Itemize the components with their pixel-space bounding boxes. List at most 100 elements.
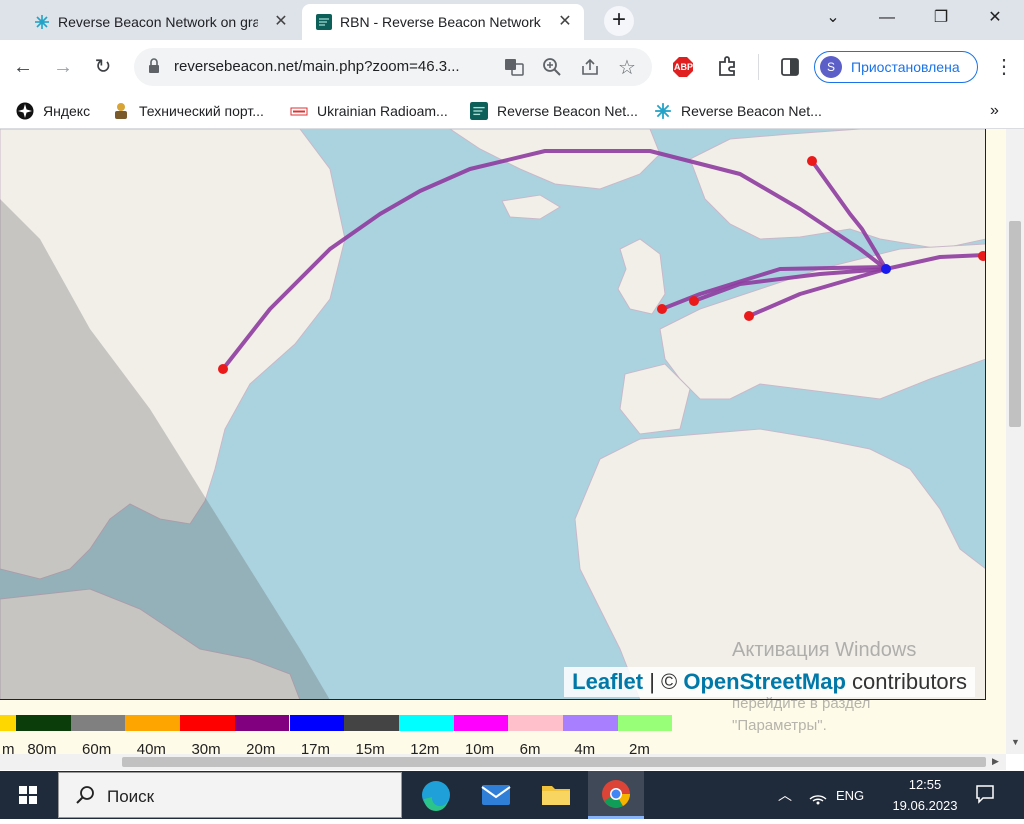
bookmark-yandex[interactable]: Яндекс xyxy=(16,102,90,120)
band-swatch xyxy=(125,715,181,731)
browser-toolbar: ← → ↻ reversebeacon.net/main.php?zoom=46… xyxy=(0,40,1024,94)
adblock-icon[interactable]: ABP xyxy=(672,56,694,78)
close-window-icon[interactable]: ✕ xyxy=(968,0,1022,36)
band-label: 40m xyxy=(136,741,166,754)
minimize-icon[interactable]: — xyxy=(860,0,914,36)
lock-icon[interactable] xyxy=(148,58,160,79)
profile-button[interactable]: S Приостановлена xyxy=(814,51,978,83)
bookmark-tech-portal[interactable]: Технический порт... xyxy=(112,102,264,120)
file-explorer-icon[interactable] xyxy=(528,771,584,819)
yandex-icon xyxy=(16,102,34,120)
chrome-icon[interactable] xyxy=(588,771,644,819)
bookmark-label: Ukrainian Radioam... xyxy=(317,103,448,119)
mail-icon[interactable] xyxy=(468,771,524,819)
band-label: 30m xyxy=(191,741,221,754)
land-scandinavia xyxy=(689,129,985,250)
bookmark-label: Технический порт... xyxy=(139,103,264,119)
band-swatch xyxy=(563,715,618,731)
band-swatch xyxy=(398,715,454,731)
band-label: 6m xyxy=(519,741,541,754)
address-bar[interactable]: reversebeacon.net/main.php?zoom=46.3... … xyxy=(134,48,652,86)
rbn-icon xyxy=(316,14,332,30)
url-text[interactable]: reversebeacon.net/main.php?zoom=46.3... xyxy=(174,58,460,75)
band-label: 15m xyxy=(355,741,385,754)
spot-scandinavia xyxy=(807,156,817,166)
windows-activation-line: перейдите в раздел xyxy=(732,695,871,712)
attribution-separator: | © xyxy=(643,669,684,694)
bookmark-ukrainian-radioam[interactable]: Ukrainian Radioam... xyxy=(290,102,448,120)
page-content: Leaflet | © OpenStreetMap contributors А… xyxy=(0,129,1006,754)
extensions-icon[interactable] xyxy=(716,56,738,83)
tab-rbn-graph[interactable]: Reverse Beacon Network on gra ✕ xyxy=(20,4,300,40)
search-icon xyxy=(75,785,95,810)
band-swatch xyxy=(180,715,235,731)
language-indicator[interactable]: ENG xyxy=(836,788,864,803)
band-swatch xyxy=(234,715,290,731)
band-swatch xyxy=(453,715,509,731)
notifications-icon[interactable] xyxy=(974,783,996,810)
home-station xyxy=(881,264,891,274)
tab-search-chevron-icon[interactable]: ⌄ xyxy=(806,0,860,36)
scroll-right-arrow-icon[interactable]: ▶ xyxy=(992,756,999,767)
new-tab-button[interactable]: + xyxy=(604,6,634,36)
bookmark-rbn-2[interactable]: Reverse Beacon Net... xyxy=(654,102,822,120)
band-label: 10m xyxy=(464,741,495,754)
band-label: 80m xyxy=(27,741,57,754)
taskbar-search[interactable]: Поиск xyxy=(58,772,402,818)
leaflet-link[interactable]: Leaflet xyxy=(572,669,643,694)
spot-central-europe xyxy=(744,311,754,321)
spot-england xyxy=(657,304,667,314)
zoom-icon[interactable] xyxy=(542,57,562,82)
scroll-down-arrow-icon[interactable]: ▼ xyxy=(1011,737,1020,747)
close-tab-icon[interactable]: ✕ xyxy=(556,13,574,31)
horizontal-scroll-thumb[interactable] xyxy=(122,757,986,767)
network-icon[interactable] xyxy=(808,785,828,810)
close-tab-icon[interactable]: ✕ xyxy=(272,13,290,31)
edge-icon[interactable] xyxy=(408,771,464,819)
back-icon[interactable]: ← xyxy=(10,54,36,80)
rbn-star-icon xyxy=(34,14,50,30)
forward-icon[interactable]: → xyxy=(50,54,76,80)
land-greenland xyxy=(449,129,661,190)
vertical-scrollbar[interactable]: ▼ xyxy=(1006,129,1024,754)
band-swatch xyxy=(0,715,16,731)
spot-netherlands xyxy=(689,296,699,306)
band-label: 17m xyxy=(300,741,331,754)
bookmarks-overflow-button[interactable]: » xyxy=(990,102,999,120)
vertical-scroll-thumb[interactable] xyxy=(1009,221,1021,427)
tab-title: RBN - Reverse Beacon Network xyxy=(340,14,541,30)
band-swatch xyxy=(617,715,673,731)
horizontal-scrollbar[interactable]: ▶ xyxy=(0,754,1006,770)
clock-date[interactable]: 19.06.2023 xyxy=(878,798,972,813)
band-swatch xyxy=(508,715,563,731)
band-label: m xyxy=(2,741,15,754)
land-iceland xyxy=(501,194,561,220)
menu-kebab-icon[interactable]: ⋮ xyxy=(994,54,1014,79)
tab-strip: Reverse Beacon Network on gra ✕ RBN - Re… xyxy=(0,0,1024,40)
band-swatch xyxy=(344,715,399,731)
bookmark-label: Reverse Beacon Net... xyxy=(681,103,822,119)
band-label: 12m xyxy=(410,741,440,754)
clock-time[interactable]: 12:55 xyxy=(890,777,960,792)
tab-title: Reverse Beacon Network on gra xyxy=(58,14,258,30)
windows-start-icon[interactable] xyxy=(0,771,56,819)
translate-icon[interactable] xyxy=(504,57,524,82)
windows-activation-title: Активация Windows xyxy=(732,639,917,661)
avatar: S xyxy=(820,56,842,78)
share-icon[interactable] xyxy=(580,57,600,82)
bookmark-star-icon[interactable]: ☆ xyxy=(618,55,636,80)
restore-icon[interactable]: ❐ xyxy=(914,0,968,36)
windows-taskbar: Поиск ︿ ENG 12:55 19.06.2023 xyxy=(0,771,1024,819)
bookmark-label: Яндекс xyxy=(43,103,91,119)
tab-rbn-main[interactable]: RBN - Reverse Beacon Network ✕ xyxy=(302,4,584,40)
adblock-badge: ABP xyxy=(674,62,694,72)
band-label: 20m xyxy=(246,741,276,754)
tray-chevron-up-icon[interactable]: ︿ xyxy=(778,785,792,805)
spot-usa xyxy=(218,364,228,374)
bookmark-label: Reverse Beacon Net... xyxy=(497,103,638,119)
side-panel-icon[interactable] xyxy=(780,57,800,82)
land-britain xyxy=(617,238,666,315)
bookmark-rbn-1[interactable]: Reverse Beacon Net... xyxy=(470,102,638,120)
propagation-map[interactable]: Leaflet | © OpenStreetMap contributors xyxy=(0,129,986,700)
reload-icon[interactable]: ↻ xyxy=(90,54,116,80)
